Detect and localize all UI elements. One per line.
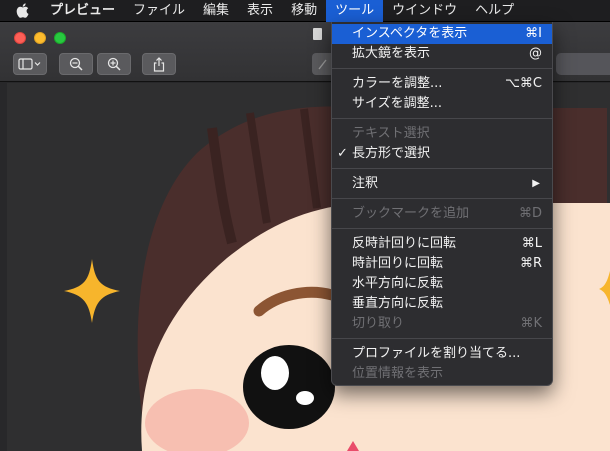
menu-item-label: サイズを調整... [352,96,443,111]
search-field[interactable] [556,53,610,75]
menubar-item-file[interactable]: ファイル [124,0,194,22]
menubar-item-tools[interactable]: ツール [326,0,384,22]
zoom-out-icon [69,57,83,71]
menu-item-label: 拡大鏡を表示 [352,46,431,61]
menu-item-shortcut: ⌘R [519,256,542,271]
menu-item[interactable]: カラーを調整... ⌥⌘C [332,74,552,94]
menu-bar: プレビュー ファイル 編集 表示 移動 ツール ウインドウ ヘルプ [0,0,610,22]
checkmark-icon: ✓ [337,146,348,161]
tools-menu: インスペクタを表示 ⌘I 拡大鏡を表示 @ カラーを調整... ⌥⌘C サイズを調整... テ… [331,22,553,386]
sidebar-toggle-icon [18,58,41,70]
document-icon [313,28,322,40]
menu-item-label: 位置情報を表示 [352,366,444,381]
menu-item[interactable]: 水平方向に反転 [332,274,552,294]
menu-item-label: ブックマークを追加 [352,206,470,221]
menu-item-label: カラーを調整... [352,76,443,91]
markup-toolbar-button[interactable] [312,53,332,75]
menu-separator [332,228,552,229]
menu-item[interactable]: プロファイルを割り当てる... [332,344,552,364]
share-icon [153,56,165,72]
menu-item: 切り取り ⌘K [332,314,552,334]
share-button[interactable] [142,53,176,75]
apple-icon [16,3,28,18]
menu-item: テキスト選択 [332,124,552,144]
menu-item-shortcut: ⌘L [521,236,542,251]
menu-item[interactable]: 拡大鏡を表示 @ [332,44,552,64]
menu-separator [332,198,552,199]
menu-item: ブックマークを追加 ⌘D [332,204,552,224]
menu-item-shortcut: @ [529,46,542,61]
menu-item[interactable]: 反時計回りに回転 ⌘L [332,234,552,254]
menu-item-shortcut: ⌘K [520,316,542,331]
menu-item[interactable]: サイズを調整... [332,94,552,114]
menu-item[interactable]: ✓ 長方形で選択 [332,144,552,164]
menu-item-label: テキスト選択 [352,126,430,141]
menu-item[interactable]: 時計回りに回転 ⌘R [332,254,552,274]
menu-separator [332,338,552,339]
menubar-item-edit[interactable]: 編集 [194,0,238,22]
menu-separator [332,68,552,69]
zoom-window-button[interactable] [54,32,66,44]
menu-item-label: 長方形で選択 [352,146,431,161]
menu-item[interactable]: 垂直方向に反転 [332,294,552,314]
menu-item-label: 注釈 [352,176,379,191]
menu-item-label: 時計回りに回転 [352,256,444,271]
minimize-window-button[interactable] [34,32,46,44]
menubar-item-help[interactable]: ヘルプ [466,0,523,22]
apple-menu[interactable] [0,0,44,22]
menu-item[interactable]: 注釈 ▶ [332,174,552,194]
sidebar-toggle-button[interactable] [13,53,47,75]
menu-item-shortcut: ⌘D [518,206,542,221]
menubar-item-window[interactable]: ウインドウ [383,0,466,22]
zoom-out-button[interactable] [59,53,93,75]
menu-item-label: プロファイルを割り当てる... [352,346,521,361]
menubar-item-go[interactable]: 移動 [282,0,326,22]
zoom-in-icon [107,57,121,71]
menu-separator [332,118,552,119]
pen-icon [318,59,327,70]
menu-item-shortcut: ⌘I [525,26,542,41]
menu-item-label: 反時計回りに回転 [352,236,457,251]
menu-separator [332,168,552,169]
submenu-arrow-icon: ▶ [532,178,540,189]
menu-item-label: 切り取り [352,316,405,331]
menu-item-label: 水平方向に反転 [352,276,444,291]
menu-item: 位置情報を表示 [332,364,552,384]
menubar-item-preview[interactable]: プレビュー [44,0,124,22]
zoom-in-button[interactable] [97,53,131,75]
menu-item-label: インスペクタを表示 [352,26,468,41]
menu-item[interactable]: インスペクタを表示 ⌘I [332,24,552,44]
close-window-button[interactable] [14,32,26,44]
menu-item-label: 垂直方向に反転 [352,296,444,311]
menubar-item-view[interactable]: 表示 [238,0,282,22]
menu-item-shortcut: ⌥⌘C [504,76,542,91]
